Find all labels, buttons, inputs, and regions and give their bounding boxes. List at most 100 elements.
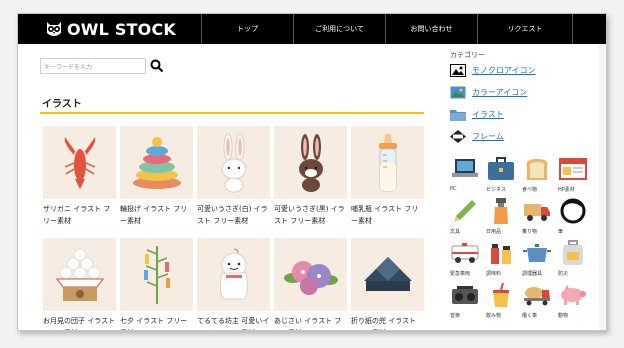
radio-icon[interactable]	[450, 280, 480, 310]
card-caption[interactable]: お月見の団子 イラスト フリー素材	[43, 315, 116, 330]
card-caption[interactable]: 可愛いうさぎ(白) イラスト フリー素材	[197, 203, 270, 227]
color-image-icon	[450, 85, 466, 99]
card-caption[interactable]: 折り紙の兜 イラスト フリー素材	[351, 315, 424, 330]
illustration-card[interactable]: あじさい イラスト フリー素材	[274, 238, 347, 330]
card-caption[interactable]: 七夕 イラスト フリー素材	[120, 315, 193, 330]
category-label[interactable]: モノクロアイコン	[472, 65, 536, 76]
icon-label[interactable]: 日用品	[486, 228, 522, 235]
icon-cell[interactable]: 働く車	[522, 280, 558, 319]
ring-toss-icon[interactable]	[120, 126, 193, 199]
icon-cell[interactable]: 音楽	[450, 280, 486, 319]
card-caption[interactable]: ザリガニ イラスト フリー素材	[43, 203, 116, 227]
nav-top[interactable]: トップ	[201, 14, 293, 44]
illustration-card[interactable]: てるてる坊主 可愛いイラスト フリー素材	[197, 238, 270, 330]
illustration-card[interactable]: お月見の団子 イラスト フリー素材	[43, 238, 116, 330]
mixer-truck-icon[interactable]	[522, 280, 552, 310]
category-monochrome[interactable]: モノクロアイコン	[450, 62, 536, 78]
icon-cell[interactable]: 緊急車両	[450, 238, 486, 277]
icon-label[interactable]: HP素材	[558, 186, 594, 193]
category-label[interactable]: カラーアイコン	[472, 87, 527, 98]
page-scrollbar[interactable]	[599, 44, 606, 330]
illustration-card[interactable]: 可愛いうさぎ(白) イラスト フリー素材	[197, 126, 270, 227]
icon-label[interactable]: 音楽	[450, 312, 486, 319]
icon-cell[interactable]: 乗り物	[522, 196, 558, 235]
drink-icon[interactable]	[486, 280, 516, 310]
seasoning-icon[interactable]	[486, 238, 516, 268]
icon-label[interactable]: 飲み物	[486, 312, 522, 319]
site-header: OWL STOCK トップ ご利用について お問い合わせ リクエスト	[18, 14, 606, 44]
brush-stroke-icon[interactable]	[558, 196, 588, 226]
baby-bottle-icon[interactable]	[351, 126, 424, 199]
card-caption[interactable]: 可愛いうさぎ(黒) イラスト フリー素材	[274, 203, 347, 227]
icon-cell[interactable]: HP素材	[558, 154, 594, 193]
sidebar: カテゴリー モノクロアイコン カラーアイコン イラスト フレーム PC ビジネス…	[450, 50, 606, 319]
category-heading: カテゴリー	[450, 51, 485, 59]
nav-contact[interactable]: お問い合わせ	[385, 14, 477, 44]
hydrangea-icon[interactable]	[274, 238, 347, 311]
pot-icon[interactable]	[522, 238, 552, 268]
icon-label[interactable]: 乗り物	[522, 228, 558, 235]
icon-cell[interactable]: 日用品	[486, 196, 522, 235]
icon-cell[interactable]: ビジネス	[486, 154, 522, 193]
icon-label[interactable]: 調理器具	[522, 270, 558, 277]
icon-label[interactable]: 緊急車両	[450, 270, 486, 277]
icon-cell[interactable]: PC	[450, 154, 486, 192]
laptop-icon[interactable]	[450, 154, 480, 184]
white-rabbit-icon[interactable]	[197, 126, 270, 199]
briefcase-icon[interactable]	[486, 154, 516, 184]
icon-cell[interactable]: 防災	[558, 238, 594, 277]
emergency-bag-icon[interactable]	[558, 238, 588, 268]
card-caption[interactable]: てるてる坊主 可愛いイラスト フリー素材	[197, 315, 270, 330]
origami-helmet-icon[interactable]	[351, 238, 424, 311]
icon-label[interactable]: 働く車	[522, 312, 558, 319]
pig-icon[interactable]	[558, 280, 588, 310]
icon-label[interactable]: ビジネス	[486, 186, 522, 193]
moon-dango-icon[interactable]	[43, 238, 116, 311]
card-caption[interactable]: あじさい イラスト フリー素材	[274, 315, 347, 330]
spray-bottle-icon[interactable]	[486, 196, 516, 226]
category-label[interactable]: イラスト	[472, 109, 504, 120]
tanabata-icon[interactable]	[120, 238, 193, 311]
category-frame[interactable]: フレーム	[450, 128, 504, 144]
search-icon[interactable]	[150, 59, 164, 73]
icon-cell[interactable]: 文具	[450, 196, 486, 235]
illustration-card[interactable]: 折り紙の兜 イラスト フリー素材	[351, 238, 424, 330]
icon-label[interactable]: 防災	[558, 270, 594, 277]
icon-label[interactable]: 筆	[558, 228, 594, 235]
icon-cell[interactable]: 食べ物	[522, 154, 558, 193]
illustration-card[interactable]: 可愛いうさぎ(黒) イラスト フリー素材	[274, 126, 347, 227]
card-caption[interactable]: 輪投げ イラスト フリー素材	[120, 203, 193, 227]
icon-label[interactable]: 調味料	[486, 270, 522, 277]
icon-label[interactable]: 食べ物	[522, 186, 558, 193]
icon-cell[interactable]: 調理器具	[522, 238, 558, 277]
nav-usage[interactable]: ご利用について	[293, 14, 385, 44]
teru-teru-bozu-icon[interactable]	[197, 238, 270, 311]
card-caption[interactable]: 哺乳瓶 イラスト フリー素材	[351, 203, 424, 227]
category-label[interactable]: フレーム	[472, 131, 504, 142]
illustration-card[interactable]: ザリガニ イラスト フリー素材	[43, 126, 116, 227]
illustration-card[interactable]: 輪投げ イラスト フリー素材	[120, 126, 193, 227]
crayfish-icon[interactable]	[43, 126, 116, 199]
search-input[interactable]: キーワードを入力	[40, 58, 146, 74]
icon-cell[interactable]: 調味料	[486, 238, 522, 277]
ambulance-icon[interactable]	[450, 238, 480, 268]
icon-cell[interactable]: 飲み物	[486, 280, 522, 319]
illustration-card[interactable]: 哺乳瓶 イラスト フリー素材	[351, 126, 424, 227]
pencil-icon[interactable]	[450, 196, 480, 226]
illustration-card[interactable]: 七夕 イラスト フリー素材	[120, 238, 193, 330]
icon-cell[interactable]: 動物	[558, 280, 594, 319]
logo-text: OWL STOCK	[67, 19, 176, 39]
category-illustration[interactable]: イラスト	[450, 106, 504, 122]
icon-label[interactable]: 文具	[450, 228, 486, 235]
nav-request[interactable]: リクエスト	[477, 14, 573, 44]
icon-label[interactable]: 動物	[558, 312, 594, 319]
webpage-icon[interactable]	[558, 154, 588, 184]
site-logo[interactable]: OWL STOCK	[44, 17, 176, 41]
category-color[interactable]: カラーアイコン	[450, 84, 527, 100]
icon-cell[interactable]: 筆	[558, 196, 594, 235]
black-rabbit-icon[interactable]	[274, 126, 347, 199]
bread-icon[interactable]	[522, 154, 552, 184]
icon-label[interactable]: PC	[450, 186, 486, 192]
truck-icon[interactable]	[522, 196, 552, 226]
section-divider	[40, 112, 424, 114]
